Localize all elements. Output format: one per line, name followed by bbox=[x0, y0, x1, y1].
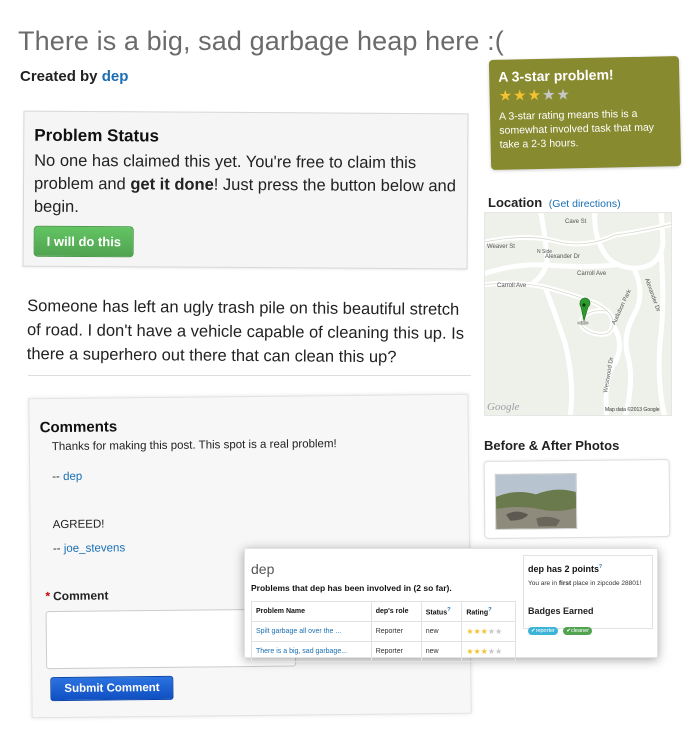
comment-author-link[interactable]: dep bbox=[63, 471, 82, 483]
map-graphic: Cave St Weaver St Alexander Dr Carroll A… bbox=[485, 213, 671, 415]
star-filled-icon: ★ bbox=[473, 647, 481, 657]
photos-panel bbox=[483, 459, 671, 539]
problem-link[interactable]: Spilt garbage all over the ... bbox=[256, 628, 341, 635]
star-filled-icon: ★ bbox=[512, 87, 528, 105]
creator-link[interactable]: dep bbox=[102, 68, 129, 85]
column-rating: Rating? bbox=[461, 600, 516, 623]
badges-title: Badges Earned bbox=[528, 606, 594, 616]
star-filled-icon: ★ bbox=[480, 647, 488, 657]
location-map[interactable]: Cave St Weaver St Alexander Dr Carroll A… bbox=[484, 212, 672, 416]
star-filled-icon: ★ bbox=[527, 86, 543, 105]
problem-description: Someone has left an ugly trash pile on t… bbox=[26, 297, 465, 367]
points-panel: dep has 2 points? You are in first place… bbox=[523, 555, 653, 635]
star-filled-icon: ★ bbox=[498, 87, 514, 105]
map-label-carroll-west: Carroll Ave bbox=[497, 283, 527, 289]
problem-name-cell: Spilt garbage all over the ... bbox=[251, 621, 372, 643]
problem-status-heading: Problem Status bbox=[34, 125, 160, 146]
comment-field-label: * Comment bbox=[45, 588, 108, 603]
role-cell: Reporter bbox=[370, 621, 422, 643]
column-problem-name: Problem Name bbox=[251, 600, 372, 623]
problems-table: Problem Name dep's role Status? Rating? … bbox=[251, 600, 516, 663]
column-status: Status? bbox=[420, 600, 463, 623]
problem-name-cell: There is a big, sad garbage... bbox=[251, 641, 372, 663]
created-by: Created by dep bbox=[20, 68, 128, 85]
status-cell: new bbox=[420, 621, 463, 643]
location-title: Location bbox=[488, 195, 543, 210]
points-help-link[interactable]: ? bbox=[599, 564, 602, 570]
status-text-emphasis: get it done bbox=[130, 175, 214, 194]
photo-image bbox=[495, 474, 577, 529]
map-label-cave: Cave St bbox=[565, 219, 587, 225]
profile-subtitle: Problems that dep has been involved in (… bbox=[251, 583, 452, 593]
comment-text-2: AGREED! bbox=[52, 518, 105, 532]
star-rating: ★★★★★ bbox=[466, 627, 502, 636]
points-title: dep has 2 points? bbox=[528, 564, 602, 574]
rating-panel: A 3-star problem! ★★★★★ A 3-star rating … bbox=[488, 56, 682, 170]
star-empty-icon: ★ bbox=[487, 647, 495, 657]
comment-author-2: -- joe_stevens bbox=[53, 542, 125, 555]
comments-heading: Comments bbox=[39, 418, 118, 437]
rating-description: A 3-star rating means this is a somewhat… bbox=[498, 107, 655, 151]
problem-status-text: No one has claimed this yet. You're free… bbox=[34, 150, 457, 222]
profile-username: dep bbox=[251, 561, 275, 577]
badge-reporter: ✔reporter bbox=[528, 627, 558, 635]
table-header-row: Problem Name dep's role Status? Rating? bbox=[251, 600, 516, 623]
divider bbox=[28, 375, 471, 376]
page-title: There is a big, sad garbage heap here :( bbox=[18, 26, 504, 56]
problem-status-panel: Problem Status No one has claimed this y… bbox=[22, 110, 469, 270]
user-profile-card: dep Problems that dep has been involved … bbox=[244, 548, 658, 663]
star-empty-icon: ★ bbox=[487, 627, 495, 637]
table-row: There is a big, sad garbage... Reporter … bbox=[251, 641, 516, 663]
star-rating: ★★★★★ bbox=[498, 83, 670, 105]
points-text-start: You are in bbox=[528, 580, 558, 587]
status-help-link[interactable]: ? bbox=[447, 607, 451, 613]
claim-problem-button[interactable]: I will do this bbox=[33, 225, 135, 258]
map-label-carroll-east: Carroll Ave bbox=[577, 271, 607, 277]
get-directions-link[interactable]: (Get directions) bbox=[549, 198, 621, 210]
star-empty-icon: ★ bbox=[541, 86, 557, 104]
badges-list: ✔reporter ✔cleaner bbox=[528, 619, 593, 637]
required-marker: * bbox=[45, 589, 51, 604]
star-filled-icon: ★ bbox=[473, 627, 481, 637]
status-cell: new bbox=[420, 641, 463, 663]
location-heading: Location (Get directions) bbox=[488, 195, 621, 210]
badge-cleaner: ✔cleaner bbox=[563, 627, 592, 635]
points-text-end: place in zipcode 28801! bbox=[572, 580, 642, 587]
rating-cell: ★★★★★ bbox=[461, 621, 516, 643]
column-status-label: Status bbox=[425, 609, 448, 617]
photos-heading: Before & After Photos bbox=[484, 438, 620, 453]
points-rank: first bbox=[558, 580, 572, 587]
rating-help-link[interactable]: ? bbox=[488, 607, 492, 613]
map-logo: Google bbox=[487, 401, 520, 413]
star-rating: ★★★★★ bbox=[466, 647, 502, 656]
map-label-poi: N Side bbox=[537, 249, 552, 255]
created-by-label: Created by bbox=[20, 68, 98, 85]
star-empty-icon: ★ bbox=[495, 647, 503, 657]
star-empty-icon: ★ bbox=[556, 86, 572, 104]
comment-text-1: Thanks for making this post. This spot i… bbox=[51, 438, 337, 454]
comment-author-prefix: -- bbox=[52, 470, 60, 484]
points-title-text: dep has 2 points bbox=[528, 564, 600, 574]
table-row: Spilt garbage all over the ... Reporter … bbox=[251, 621, 516, 643]
comment-author-link[interactable]: joe_stevens bbox=[64, 542, 125, 555]
column-role: dep's role bbox=[370, 600, 422, 623]
comment-field-label-text: Comment bbox=[53, 588, 109, 604]
photo-thumbnail[interactable] bbox=[494, 473, 578, 530]
comment-author-prefix: -- bbox=[52, 542, 61, 556]
submit-comment-button[interactable]: Submit Comment bbox=[50, 675, 174, 702]
star-empty-icon: ★ bbox=[495, 627, 503, 637]
rating-cell: ★★★★★ bbox=[461, 641, 516, 663]
points-text: You are in first place in zipcode 28801! bbox=[528, 579, 650, 588]
badge-label: reporter bbox=[535, 628, 555, 634]
role-cell: Reporter bbox=[370, 641, 422, 663]
comment-author-1: -- dep bbox=[52, 471, 82, 483]
star-filled-icon: ★ bbox=[480, 627, 488, 637]
map-credit: Map data ©2013 Google bbox=[605, 406, 660, 413]
rating-title: A 3-star problem! bbox=[498, 66, 614, 85]
badge-label: cleaner bbox=[570, 628, 589, 634]
column-rating-label: Rating bbox=[466, 609, 489, 617]
map-label-weaver: Weaver St bbox=[487, 244, 515, 250]
problem-link[interactable]: There is a big, sad garbage... bbox=[256, 648, 347, 655]
